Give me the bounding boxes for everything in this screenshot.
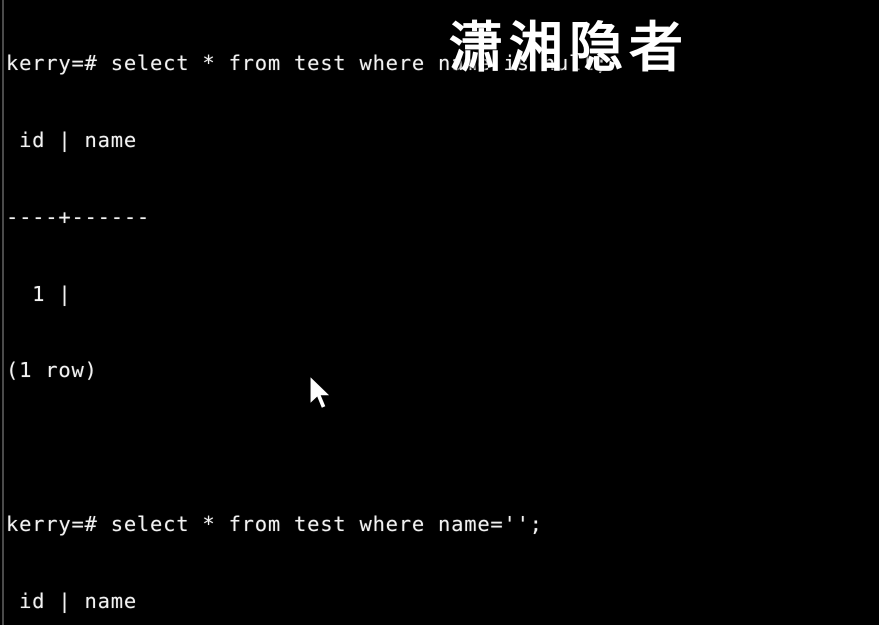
terminal-line: id | name — [6, 127, 137, 152]
terminal-left-edge-rule — [2, 0, 4, 625]
terminal-line: id | name — [6, 588, 137, 613]
terminal-line: 1 | — [6, 281, 72, 306]
watermark-text: 潇湘隐者 — [449, 16, 689, 79]
terminal-line: (1 row) — [6, 358, 98, 383]
terminal-line: kerry=# select * from test where name is… — [6, 51, 609, 76]
terminal-line: kerry=# select * from test where name=''… — [6, 511, 543, 536]
terminal-line: ----+------ — [6, 204, 151, 229]
terminal-console-output[interactable]: kerry=# select * from test where name is… — [6, 0, 872, 625]
terminal-window[interactable]: kerry=# select * from test where name is… — [0, 0, 879, 625]
